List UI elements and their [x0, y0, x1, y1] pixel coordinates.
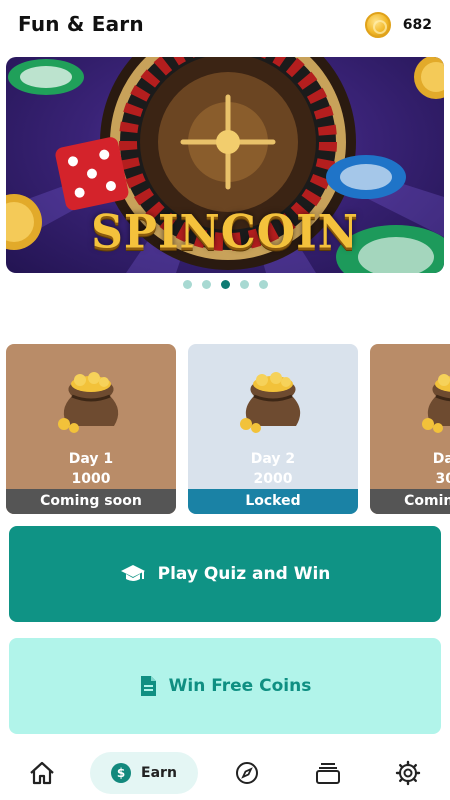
coin-bag-icon: [58, 372, 119, 433]
card-status-bar: Coming soon: [370, 489, 450, 514]
play-quiz-button[interactable]: Play Quiz and Win: [9, 526, 441, 622]
coin-icon: [364, 12, 391, 38]
nav-home[interactable]: [20, 752, 64, 794]
win-free-coins-button[interactable]: Win Free Coins: [9, 638, 441, 734]
nav-cards[interactable]: [306, 752, 350, 794]
dollar-coin-icon: $: [111, 763, 132, 783]
stacked-cards-icon: [316, 763, 340, 784]
coin-bag-icon: [240, 372, 301, 433]
home-icon: [30, 761, 54, 785]
gear-icon: [395, 760, 421, 786]
reward-card-day-1[interactable]: Day 1 1000 Coming soon: [6, 344, 176, 514]
coin-bag-icon: [422, 374, 450, 433]
win-free-coins-label: Win Free Coins: [168, 676, 312, 696]
nav-earn[interactable]: $ Earn: [90, 752, 198, 794]
compass-icon: [236, 762, 258, 784]
banner-title: SPINCOIN: [91, 205, 359, 260]
reward-card-day-3[interactable]: Day 3 3000 Coming soon: [370, 344, 450, 514]
nav-earn-label: Earn: [141, 765, 177, 781]
pagination-dot[interactable]: [239, 280, 249, 289]
pagination-dot[interactable]: [182, 280, 192, 289]
play-quiz-label: Play Quiz and Win: [157, 564, 331, 584]
nav-explore[interactable]: [225, 752, 269, 794]
card-amount: 1000: [71, 471, 111, 487]
coin-count: 682: [402, 17, 432, 33]
card-amount: 2000: [253, 471, 293, 487]
nav-settings[interactable]: [386, 752, 430, 794]
card-status-bar: Coming soon: [6, 489, 176, 514]
reward-card-day-2[interactable]: Day 2 2000 Locked: [188, 344, 358, 514]
card-day-label: Day 1: [68, 451, 114, 467]
graduation-cap-icon: [120, 565, 145, 581]
card-status-bar: Locked: [188, 489, 358, 514]
coin-balance[interactable]: 682: [364, 12, 432, 38]
card-amount: 3000: [435, 471, 450, 487]
daily-rewards-carousel[interactable]: Day 1 1000 Coming soon Day 2 2000 Locked…: [6, 344, 450, 514]
banner-pagination: [0, 280, 450, 289]
document-icon: [140, 676, 156, 696]
pagination-dot-active[interactable]: [220, 280, 230, 289]
pagination-dot[interactable]: [258, 280, 268, 289]
card-day-label: Day 2: [250, 451, 296, 467]
app-title: Fun & Earn: [18, 12, 144, 36]
promo-banner[interactable]: SPINCOIN: [6, 57, 444, 273]
card-day-label: Day 3: [432, 451, 450, 467]
bottom-navigation: $ Earn: [0, 748, 450, 800]
app-header: Fun & Earn 682: [0, 0, 450, 52]
pagination-dot[interactable]: [201, 280, 211, 289]
